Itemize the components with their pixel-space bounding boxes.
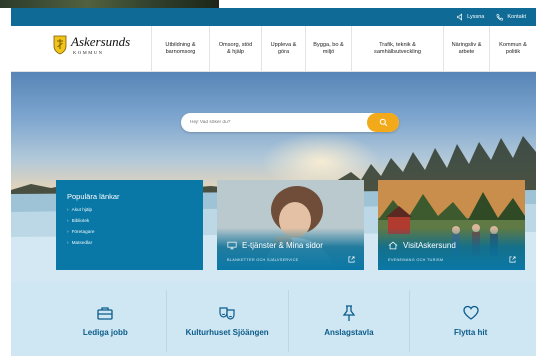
- nav-label: Uppleva & göra: [270, 42, 297, 55]
- tile-label: Kulturhuset Sjöängen: [185, 328, 269, 337]
- search-button[interactable]: [367, 113, 399, 132]
- tile-notice-board[interactable]: Anslagstavla: [289, 290, 411, 352]
- chevron-right-icon: ›: [67, 240, 69, 245]
- tile-label: Anslagstavla: [324, 328, 374, 337]
- pushpin-icon: [342, 305, 356, 321]
- logo-name: Askersunds: [71, 34, 131, 49]
- popular-link-item[interactable]: › Akut hjälp: [67, 207, 192, 212]
- contact-link[interactable]: Kontakt: [496, 13, 526, 21]
- main-nav: Utbildning & barnomsorg Omsorg, stöd & hjä…: [151, 26, 536, 72]
- tile-culture-house[interactable]: Kulturhuset Sjöängen: [167, 290, 289, 352]
- popular-links-panel: Populära länkar › Akut hjälp › Bibliotek ›…: [56, 180, 203, 270]
- card-subtitle: BLANKETTER OCH SJÄLVSERVICE: [227, 258, 299, 262]
- nav-item-care[interactable]: Omsorg, stöd & hjälp: [209, 26, 261, 72]
- background-photo-strip: [0, 0, 218, 8]
- nav-item-experience[interactable]: Uppleva & göra: [261, 26, 305, 72]
- chevron-right-icon: ›: [67, 229, 69, 234]
- nav-item-municipality[interactable]: Kommun & politik: [489, 26, 536, 72]
- utility-bar: Lyssna Kontakt: [11, 8, 536, 26]
- nav-label: Kommun & politik: [499, 42, 527, 55]
- site-logo[interactable]: Askersunds KOMMUN: [53, 35, 130, 55]
- popular-link-item[interactable]: › Matsedlar: [67, 240, 192, 245]
- chevron-right-icon: ›: [67, 207, 69, 212]
- popular-link-item[interactable]: › Företagare: [67, 229, 192, 234]
- nav-label: Bygga, bo & miljö: [313, 42, 344, 55]
- heart-icon: [462, 305, 479, 320]
- house-icon: [388, 241, 398, 250]
- card-e-services[interactable]: E-tjänster & Mina sidor BLANKETTER OCH S…: [217, 180, 364, 270]
- phone-icon: [496, 13, 504, 21]
- nav-label: Omsorg, stöd & hjälp: [218, 42, 253, 55]
- background-white-panel: [218, 0, 536, 8]
- coat-of-arms-icon: [53, 35, 67, 55]
- theater-masks-icon: [219, 307, 235, 320]
- card-title-text: VisitAskersund: [403, 241, 456, 250]
- nav-item-education[interactable]: Utbildning & barnomsorg: [151, 26, 209, 72]
- card-title-text: E-tjänster & Mina sidor: [242, 241, 323, 250]
- tile-move-here[interactable]: Flytta hit: [410, 290, 531, 352]
- popular-link-label: Bibliotek: [71, 218, 90, 223]
- listen-link[interactable]: Lyssna: [456, 13, 484, 21]
- briefcase-icon: [97, 307, 114, 320]
- site-header: Askersunds KOMMUN Utbildning & barnomsorg…: [11, 26, 536, 72]
- listen-label: Lyssna: [467, 14, 485, 20]
- search-icon: [379, 118, 387, 127]
- card-subtitle: EVENEMANG OCH TURISM: [388, 258, 444, 262]
- hero-banner: Populära länkar ›Akut hjälp ›Bibliotek ›…: [11, 72, 536, 282]
- tile-jobs[interactable]: Lediga jobb: [45, 290, 167, 352]
- computer-icon: [227, 241, 237, 250]
- nav-label: Näringsliv & arbete: [451, 42, 482, 55]
- nav-label: Utbildning & barnomsorg: [165, 42, 196, 55]
- chevron-right-icon: ›: [67, 218, 69, 223]
- popular-link-item[interactable]: › Bibliotek: [67, 218, 192, 223]
- card-title: E-tjänster & Mina sidor: [227, 241, 323, 250]
- popular-link-label: Matsedlar: [71, 240, 93, 245]
- contact-label: Kontakt: [507, 14, 526, 20]
- search-bar: [181, 113, 399, 132]
- listen-icon: [457, 13, 463, 21]
- card-visit-askersund[interactable]: VisitAskersund EVENEMANG OCH TURISM: [378, 180, 525, 270]
- external-link-icon: [348, 256, 355, 263]
- popular-link-label: Företagare: [71, 229, 95, 234]
- popular-link-label: Akut hjälp: [71, 207, 93, 212]
- nav-item-traffic[interactable]: Trafik, teknik & samhällsutveckling: [351, 26, 443, 72]
- tile-label: Flytta hit: [453, 328, 488, 337]
- nav-label: Trafik, teknik & samhällsutveckling: [374, 42, 421, 55]
- logo-subtitle: KOMMUN: [73, 50, 104, 55]
- external-link-icon: [509, 256, 516, 263]
- quick-links: Lediga jobb Kulturhuset Sjöängen Anslags…: [45, 290, 531, 352]
- search-input[interactable]: [190, 120, 370, 125]
- nav-item-business[interactable]: Näringsliv & arbete: [443, 26, 489, 72]
- popular-links-title: Populära länkar: [67, 192, 120, 201]
- tile-label: Lediga jobb: [82, 328, 128, 337]
- card-title: VisitAskersund: [388, 241, 456, 250]
- nav-item-build-live[interactable]: Bygga, bo & miljö: [305, 26, 351, 72]
